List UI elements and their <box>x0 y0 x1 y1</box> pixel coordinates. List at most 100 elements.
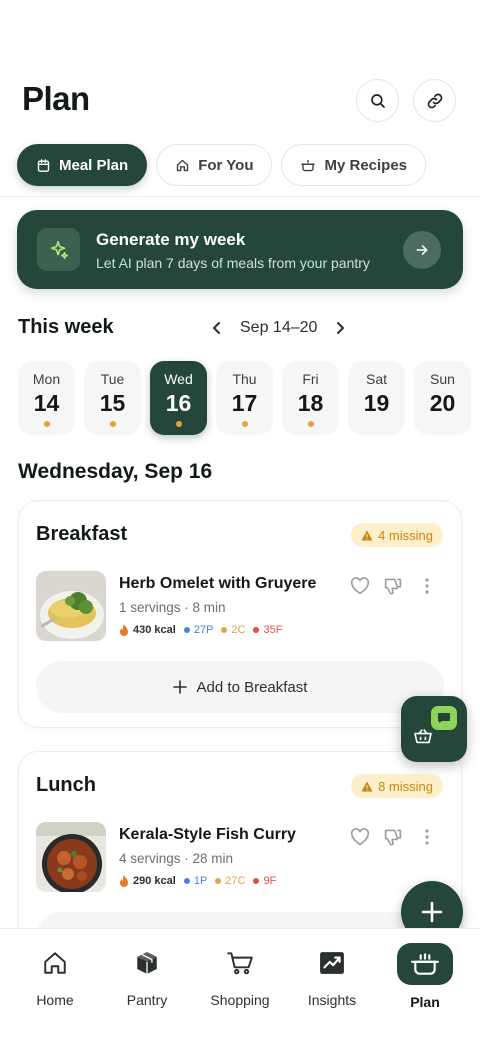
fat: 9F <box>253 875 276 887</box>
plus-icon <box>421 901 443 923</box>
day-number: 14 <box>33 390 60 416</box>
basket-icon <box>413 728 433 749</box>
day-tue[interactable]: Tue 15 <box>84 361 141 435</box>
dislike-button[interactable] <box>383 577 403 595</box>
day-selector: Mon 14 Tue 15 Wed 16 Thu 17 Fri 18 Sat 19 Sun 2… <box>18 361 471 435</box>
flame-icon <box>120 624 128 636</box>
meal-indicator-dot <box>175 421 182 427</box>
meal-indicator-dot <box>109 421 116 427</box>
day-number: 16 <box>165 390 192 416</box>
nav-label: Plan <box>410 994 440 1010</box>
missing-badge[interactable]: 8 missing <box>351 774 443 798</box>
more-vertical-icon <box>425 829 429 845</box>
day-name: Tue <box>100 371 125 387</box>
nav-plan[interactable]: Plan <box>380 943 470 1010</box>
tab-for-you[interactable]: For You <box>156 144 273 186</box>
day-thu[interactable]: Thu 17 <box>216 361 273 435</box>
day-number: 18 <box>297 390 324 416</box>
more-options-button[interactable] <box>420 577 434 595</box>
plus-icon <box>172 680 187 694</box>
day-number: 15 <box>99 390 126 416</box>
chevron-right-icon <box>337 322 345 334</box>
page-title: Plan <box>22 80 90 117</box>
recipe-meta: 4 servings · 28 min <box>119 851 234 866</box>
home-icon <box>175 158 190 173</box>
day-sat[interactable]: Sat 19 <box>348 361 405 435</box>
favorite-button[interactable] <box>350 828 370 846</box>
missing-count: 4 missing <box>378 527 433 543</box>
generate-arrow-button[interactable] <box>403 231 441 269</box>
generate-subtitle: Let AI plan 7 days of meals from your pa… <box>96 255 370 271</box>
tab-meal-plan[interactable]: Meal Plan <box>17 144 148 186</box>
thumbs-down-icon <box>384 829 402 846</box>
shopping-basket-fab[interactable] <box>401 696 467 762</box>
fat: 35F <box>253 624 282 636</box>
nav-home[interactable]: Home <box>10 943 100 1008</box>
thumbs-down-icon <box>384 578 402 595</box>
chart-icon <box>319 943 345 983</box>
week-range: Sep 14–20 <box>240 319 318 336</box>
pot-icon <box>300 158 316 173</box>
recipe-image[interactable] <box>36 571 106 641</box>
recipe-macros: 430 kcal 27P 2C 35F <box>119 624 282 636</box>
nav-insights[interactable]: Insights <box>287 943 377 1008</box>
search-button[interactable] <box>356 79 399 122</box>
recipe-name[interactable]: Herb Omelet with Gruyere <box>119 575 316 593</box>
meal-title: Breakfast <box>36 523 128 545</box>
generate-title: Generate my week <box>96 230 246 249</box>
day-name: Wed <box>164 371 193 387</box>
prev-week-button[interactable] <box>208 316 226 340</box>
selected-date-heading: Wednesday, Sep 16 <box>18 460 213 483</box>
arrow-right-icon <box>416 245 428 255</box>
favorite-button[interactable] <box>350 577 370 595</box>
bottom-nav: Home Pantry Shopping Insights Plan <box>0 928 480 1043</box>
generate-week-card[interactable]: Generate my week Let AI plan 7 days of m… <box>17 210 463 289</box>
nav-label: Insights <box>307 992 357 1008</box>
nav-pantry[interactable]: Pantry <box>102 943 192 1008</box>
more-options-button[interactable] <box>420 828 434 846</box>
divider <box>0 196 480 197</box>
day-name: Fri <box>302 371 319 387</box>
meal-card-lunch: Lunch 8 missing Kerala-Style Fish Curry … <box>18 751 462 964</box>
day-number: 19 <box>363 390 390 416</box>
carbs: 27C <box>215 875 245 887</box>
add-to-breakfast-button[interactable]: Add to Breakfast <box>36 661 444 713</box>
warning-icon <box>361 530 373 540</box>
meal-indicator-dot <box>241 421 248 427</box>
week-title: This week <box>18 316 114 338</box>
meal-indicator-dot <box>307 421 314 427</box>
heart-icon <box>350 828 370 846</box>
day-wed[interactable]: Wed 16 <box>150 361 207 435</box>
day-number: 17 <box>231 390 258 416</box>
cart-icon <box>226 943 254 983</box>
box-icon <box>134 943 160 983</box>
day-mon[interactable]: Mon 14 <box>18 361 75 435</box>
nav-shopping[interactable]: Shopping <box>195 943 285 1008</box>
nav-label: Home <box>36 992 74 1008</box>
share-link-button[interactable] <box>413 79 456 122</box>
search-icon <box>370 93 385 108</box>
day-number: 20 <box>429 390 456 416</box>
day-name: Thu <box>232 371 257 387</box>
next-week-button[interactable] <box>331 316 349 340</box>
meal-card-breakfast: Breakfast 4 missing Herb Omelet with Gru… <box>18 500 462 728</box>
tab-label: Meal Plan <box>59 156 129 174</box>
protein: 1P <box>183 875 207 887</box>
nav-label: Shopping <box>210 992 270 1008</box>
day-name: Sat <box>365 371 387 387</box>
chat-bubble-icon <box>431 706 457 730</box>
sparkle-icon <box>37 228 80 271</box>
chevron-left-icon <box>213 322 220 334</box>
calories: 290 kcal <box>119 875 176 887</box>
recipe-macros: 290 kcal 1P 27C 9F <box>119 875 276 887</box>
day-fri[interactable]: Fri 18 <box>282 361 339 435</box>
day-sun[interactable]: Sun 20 <box>414 361 471 435</box>
missing-count: 8 missing <box>378 778 433 794</box>
warning-icon <box>361 781 373 791</box>
tab-label: For You <box>198 156 254 174</box>
recipe-image[interactable] <box>36 822 106 892</box>
recipe-name[interactable]: Kerala-Style Fish Curry <box>119 826 296 844</box>
tab-my-recipes[interactable]: My Recipes <box>281 144 427 186</box>
missing-badge[interactable]: 4 missing <box>351 523 443 547</box>
dislike-button[interactable] <box>383 828 403 846</box>
